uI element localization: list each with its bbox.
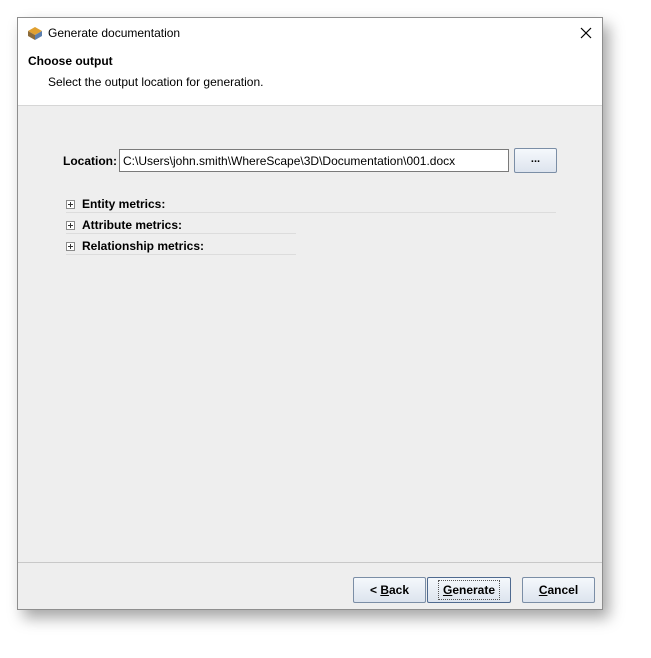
tree-item-label: Relationship metrics: — [82, 239, 205, 253]
separator — [66, 212, 556, 213]
tree-item-label: Attribute metrics: — [82, 218, 183, 232]
close-icon — [580, 27, 592, 39]
tree-item-attribute-metrics[interactable]: Attribute metrics: — [66, 215, 182, 235]
generate-mnemonic: G — [442, 583, 453, 597]
page-subtitle: Select the output location for generatio… — [48, 75, 264, 89]
expand-icon[interactable] — [66, 220, 75, 230]
tree-item-relationship-metrics[interactable]: Relationship metrics: — [66, 236, 204, 256]
wizard-content: Location: ... Entity metrics: Attribute … — [18, 107, 602, 562]
back-button[interactable]: < Back — [353, 577, 426, 603]
tree-item-entity-metrics[interactable]: Entity metrics: — [66, 194, 165, 214]
separator — [66, 254, 296, 255]
back-prefix: < — [369, 583, 381, 597]
location-input[interactable] — [119, 149, 509, 172]
browse-button[interactable]: ... — [514, 148, 557, 173]
location-label: Location: — [63, 154, 117, 168]
cancel-mnemonic: C — [538, 583, 548, 597]
cancel-button[interactable]: Cancel — [522, 577, 595, 603]
back-rest: ack — [388, 583, 410, 597]
separator — [66, 233, 296, 234]
cancel-rest: ancel — [547, 583, 579, 597]
window-title: Generate documentation — [48, 26, 181, 40]
back-mnemonic: B — [380, 583, 389, 597]
page-title: Choose output — [28, 54, 113, 68]
wizard-footer: < Back Generate Cancel — [18, 562, 602, 610]
generate-button[interactable]: Generate — [427, 577, 511, 603]
generate-focus-ring: Generate — [437, 580, 501, 600]
app-logo-icon — [26, 24, 44, 42]
expand-icon[interactable] — [66, 241, 75, 251]
dialog-window: Generate documentation Choose output Sel… — [17, 17, 603, 610]
tree-item-label: Entity metrics: — [82, 197, 166, 211]
expand-icon[interactable] — [66, 199, 75, 209]
close-button[interactable] — [574, 22, 598, 44]
wizard-header: Choose output Select the output location… — [18, 48, 602, 106]
generate-rest: enerate — [452, 583, 496, 597]
title-bar: Generate documentation — [18, 18, 602, 48]
